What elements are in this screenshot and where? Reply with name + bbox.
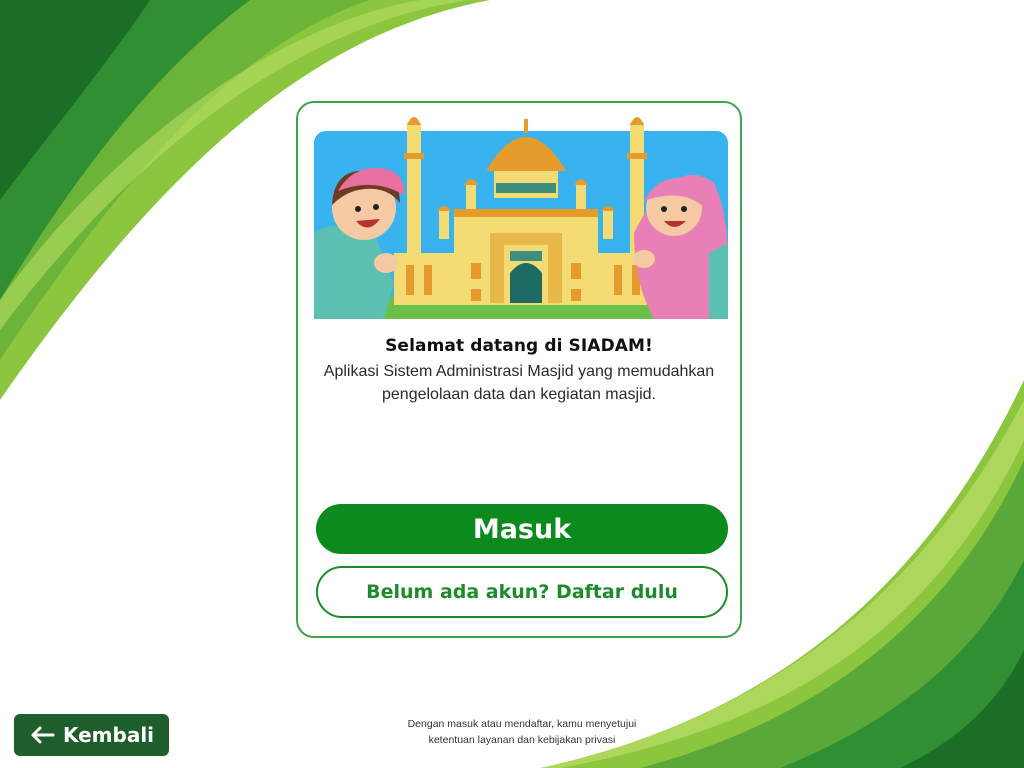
back-button-label: Kembali xyxy=(62,723,155,747)
login-button[interactable]: Masuk xyxy=(316,504,728,554)
welcome-card: Selamat datang di SIADAM! Aplikasi Siste… xyxy=(296,101,742,638)
mosque-illustration xyxy=(314,117,728,319)
back-button[interactable]: Kembali xyxy=(14,714,169,756)
welcome-title: Selamat datang di SIADAM! xyxy=(385,336,653,356)
terms-notice-line-1: Dengan masuk atau mendaftar, kamu menyet… xyxy=(407,718,637,730)
terms-notice: Dengan masuk atau mendaftar, kamu menyet… xyxy=(362,716,682,748)
terms-notice-line-2: ketentuan layanan dan kebijakan privasi xyxy=(428,734,616,746)
register-button[interactable]: Belum ada akun? Daftar dulu xyxy=(316,566,728,618)
welcome-description: Aplikasi Sistem Administrasi Masjid yang… xyxy=(323,363,715,403)
arrow-left-icon xyxy=(31,726,55,744)
